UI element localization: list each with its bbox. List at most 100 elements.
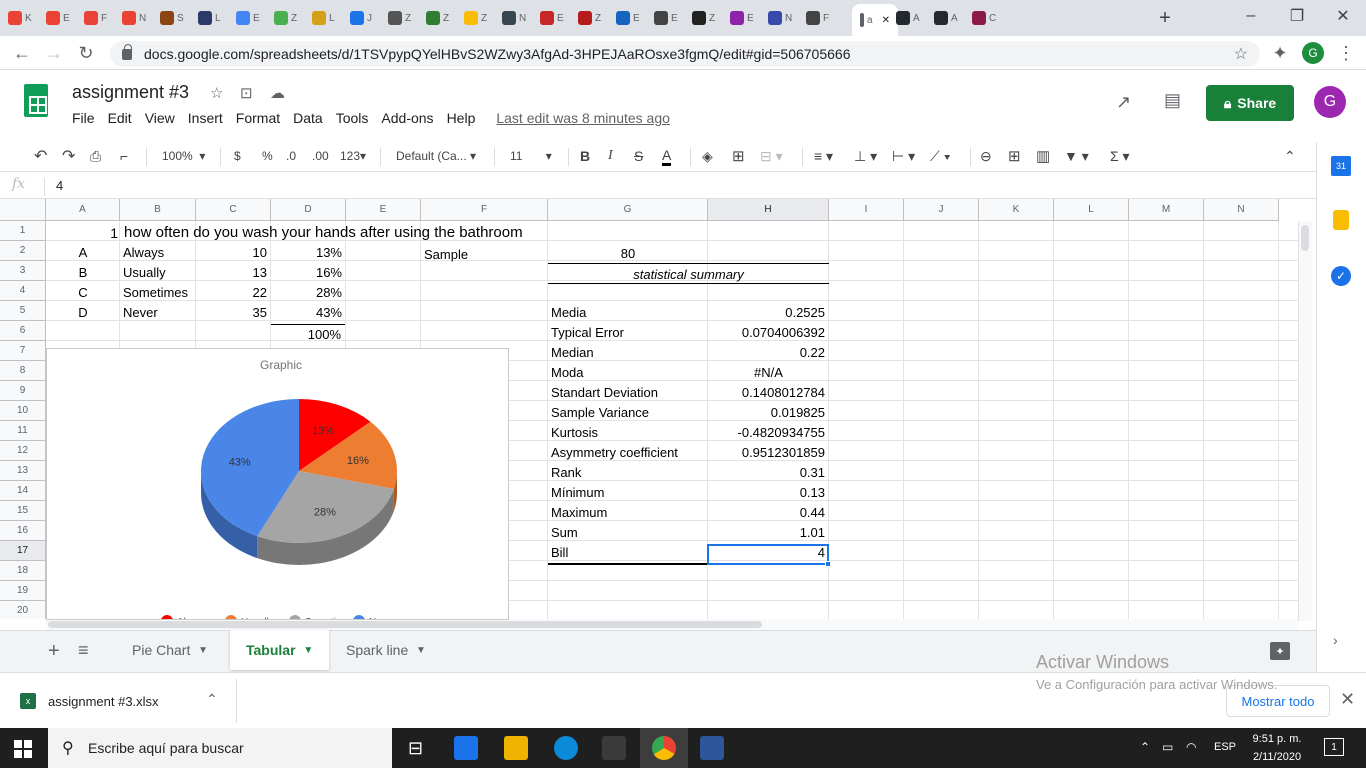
browser-tab[interactable]: E (648, 6, 678, 30)
calendar-icon[interactable]: 31 (1331, 156, 1351, 176)
sheet-tab-pie-chart[interactable]: Pie Chart ▼ (116, 630, 224, 670)
fill-color-icon[interactable]: ◈ (702, 146, 713, 166)
row-header[interactable]: 6 (0, 321, 46, 341)
browser-tab[interactable]: L (306, 6, 335, 30)
collapse-menus-icon[interactable]: ⌃ (1284, 146, 1296, 166)
stat-label-cell[interactable]: Maximum (551, 503, 607, 523)
horizontal-scroll-thumb[interactable] (48, 621, 762, 628)
option-letter-cell[interactable]: A (46, 243, 120, 263)
stat-value-cell[interactable]: 0.019825 (708, 403, 829, 423)
star-icon[interactable]: ☆ (210, 84, 223, 102)
functions-button[interactable]: Σ ▾ (1110, 146, 1130, 166)
browser-tab[interactable]: E (534, 6, 564, 30)
browser-tab[interactable]: S (154, 6, 184, 30)
keep-icon[interactable] (1333, 210, 1349, 230)
profile-avatar[interactable]: G (1302, 42, 1324, 64)
new-tab-button[interactable]: + (1152, 5, 1178, 31)
option-label-cell[interactable]: Sometimes (120, 283, 196, 303)
tray-chevron-icon[interactable]: ⌃ (1140, 740, 1150, 754)
menu-file[interactable]: File (72, 110, 95, 126)
option-label-cell[interactable]: Always (120, 243, 196, 263)
column-header[interactable]: H (708, 199, 829, 221)
menu-edit[interactable]: Edit (108, 110, 132, 126)
stat-label-cell[interactable]: Mínimum (551, 483, 604, 503)
cell-g2-sample-value[interactable]: 80 (548, 244, 708, 264)
stat-label-cell[interactable]: Typical Error (551, 323, 624, 343)
row-header[interactable]: 20 (0, 601, 46, 619)
stat-label-cell[interactable]: Sum (551, 523, 578, 543)
filter-icon[interactable]: ▼ ▾ (1064, 146, 1089, 166)
pie-chart[interactable]: Graphic 13% 16% 28% 43% Always Usually Someti… (46, 348, 509, 628)
forward-icon[interactable]: → (42, 41, 66, 65)
browser-tab[interactable]: L (192, 6, 221, 30)
battery-icon[interactable]: ▭ (1162, 740, 1173, 754)
close-window-button[interactable]: ✕ (1320, 4, 1366, 28)
stat-value-cell[interactable]: 0.31 (708, 463, 829, 483)
stat-label-cell[interactable]: Bill (551, 543, 568, 563)
reload-icon[interactable]: ↻ (74, 41, 98, 65)
account-avatar[interactable]: G (1314, 86, 1346, 118)
menu-data[interactable]: Data (293, 110, 323, 126)
menu-addons[interactable]: Add-ons (381, 110, 433, 126)
browser-tab[interactable]: E (610, 6, 640, 30)
share-button[interactable]: 🔒︎ Share (1206, 85, 1294, 121)
row-header[interactable]: 19 (0, 581, 46, 601)
option-letter-cell[interactable]: C (46, 283, 120, 303)
cell-d6-total[interactable]: 100% (271, 325, 345, 345)
menu-insert[interactable]: Insert (188, 110, 223, 126)
browser-tab[interactable]: E (40, 6, 70, 30)
row-header[interactable]: 5 (0, 301, 46, 321)
option-percent-cell[interactable]: 13% (271, 243, 346, 263)
comments-icon[interactable]: ▤ (1164, 90, 1181, 111)
option-letter-cell[interactable]: B (46, 263, 120, 283)
maximize-button[interactable]: ❐ (1274, 4, 1320, 28)
bold-button[interactable]: B (580, 146, 590, 166)
row-header[interactable]: 10 (0, 401, 46, 421)
borders-icon[interactable]: ⊞ (732, 146, 745, 166)
increase-decimal-button[interactable]: .00 (312, 146, 329, 166)
stat-value-cell[interactable]: 0.1408012784 (708, 383, 829, 403)
row-header[interactable]: 7 (0, 341, 46, 361)
merge-cells-icon[interactable]: ⊟ ▾ (760, 146, 783, 166)
option-count-cell[interactable]: 22 (196, 283, 271, 303)
italic-button[interactable]: I (608, 146, 613, 166)
menu-help[interactable]: Help (447, 110, 476, 126)
all-sheets-icon[interactable]: ≡ (78, 640, 89, 661)
stat-value-cell[interactable]: #N/A (708, 363, 829, 383)
menu-view[interactable]: View (145, 110, 175, 126)
stat-value-cell[interactable]: 0.0704006392 (708, 323, 829, 343)
row-header[interactable]: 11 (0, 421, 46, 441)
windows-start-icon[interactable] (14, 740, 32, 758)
task-view-icon[interactable]: ⊟ (408, 738, 423, 759)
insert-comment-icon[interactable]: ⊞ (1008, 146, 1021, 166)
minimize-button[interactable]: – (1228, 4, 1274, 28)
menu-tools[interactable]: Tools (336, 110, 369, 126)
column-header[interactable]: G (548, 199, 708, 221)
browser-tab[interactable]: N (762, 6, 792, 30)
row-header[interactable]: 12 (0, 441, 46, 461)
text-rotation-icon[interactable]: ⟋ ▾ (930, 146, 951, 166)
stat-label-cell[interactable]: Sample Variance (551, 403, 649, 423)
cell-a1[interactable]: 1 (46, 223, 120, 243)
row-header[interactable]: 2 (0, 241, 46, 261)
store-icon[interactable] (602, 736, 626, 760)
download-options-chevron-icon[interactable]: ⌃ (206, 691, 218, 708)
sheet-tab-tabular[interactable]: Tabular ▼ (230, 630, 330, 670)
chrome-icon[interactable] (652, 736, 676, 760)
explore-icon[interactable]: ✦ (1270, 642, 1290, 660)
option-label-cell[interactable]: Never (120, 303, 196, 323)
browser-tab[interactable]: Z (382, 6, 411, 30)
row-header[interactable]: 14 (0, 481, 46, 501)
taskbar-search-input[interactable]: ⚲ Escribe aquí para buscar (48, 728, 392, 768)
currency-format-button[interactable]: $ (234, 146, 241, 166)
edge-icon[interactable] (554, 736, 578, 760)
row-header[interactable]: 4 (0, 281, 46, 301)
browser-tab[interactable]: Z (572, 6, 601, 30)
close-download-bar-icon[interactable]: ✕ (1340, 689, 1355, 710)
cell-b1-question[interactable]: how often do you wash your hands after u… (124, 223, 523, 243)
extensions-icon[interactable]: ✦ (1268, 41, 1292, 65)
last-edit-link[interactable]: Last edit was 8 minutes ago (496, 110, 670, 126)
expand-panel-icon[interactable]: › (1333, 632, 1338, 648)
document-title[interactable]: assignment #3 (72, 82, 189, 103)
stat-value-cell[interactable]: 1.01 (708, 523, 829, 543)
